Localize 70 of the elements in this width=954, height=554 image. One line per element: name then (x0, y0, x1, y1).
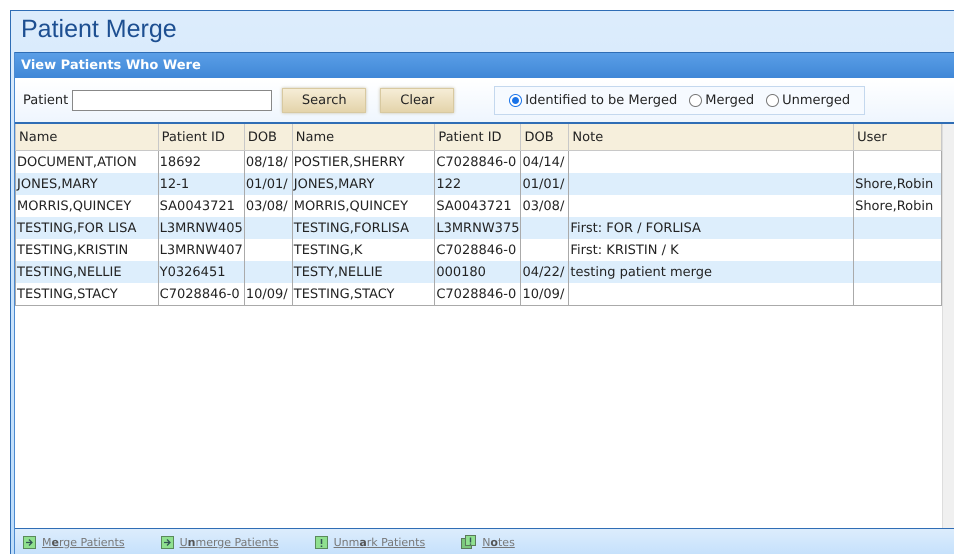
column-header[interactable]: User (854, 124, 942, 150)
table-cell: 000180 (436, 264, 486, 280)
radio-label[interactable]: Merged (705, 92, 754, 108)
action-link[interactable]: Unmerge Patients (160, 536, 279, 548)
scrollbar[interactable] (942, 124, 954, 528)
column-header[interactable]: Patient ID (158, 124, 244, 150)
table-cell: DOCUMENT,ATION (17, 154, 137, 170)
table-cell: 01/01/ (522, 176, 564, 192)
table-cell: TESTING,KRISTIN (17, 242, 128, 258)
table-cell: Y0326451 (160, 264, 226, 280)
radio-button[interactable] (509, 94, 522, 106)
column-header[interactable]: Name (292, 124, 435, 150)
table-cell: SA0043721 (436, 198, 512, 214)
table-cell: 01/01/ (246, 176, 288, 192)
table-cell: MORRIS,QUINCEY (294, 198, 408, 214)
table-cell: L3MRNW407 (160, 242, 243, 258)
table-cell: Shore,Robin (855, 198, 934, 214)
table-cell: JONES,MARY (294, 176, 374, 192)
table-cell: testing patient merge (570, 264, 712, 280)
table-cell: C7028846-0 (160, 286, 240, 302)
table-cell: 122 (436, 176, 462, 192)
table-cell: L3MRNW375 (436, 220, 520, 236)
table-cell: 12-1 (160, 176, 190, 192)
radio-button[interactable] (766, 94, 780, 106)
radio-button[interactable] (689, 94, 702, 106)
clear-button[interactable]: Clear (380, 88, 454, 112)
table-cell: First: FOR / FORLISA (570, 220, 701, 236)
radio-label[interactable]: Identified to be Merged (525, 92, 678, 108)
patient-label: Patient (23, 92, 68, 108)
table-cell: 10/09/ (522, 286, 564, 302)
table-cell: 03/08/ (522, 198, 564, 214)
table-cell: JONES,MARY (17, 176, 98, 192)
table-cell: 04/14/ (522, 154, 564, 170)
table-cell: 08/18/ (246, 154, 288, 170)
table-cell: TESTING,K (294, 242, 362, 258)
column-header[interactable]: Name (16, 124, 158, 150)
table-cell: TESTING,NELLIE (17, 264, 122, 280)
patient-field[interactable] (72, 90, 272, 110)
table-cell: POSTIER,SHERRY (294, 154, 405, 170)
action-link[interactable]: Merge Patients (23, 536, 125, 548)
table-cell: C7028846-0 (436, 154, 516, 170)
table-cell: First: KRISTIN / K (570, 242, 679, 258)
table-cell: 10/09/ (246, 286, 288, 302)
table-cell: TESTING,FOR LISA (17, 220, 136, 236)
window-title: Patient Merge (20, 14, 178, 45)
column-header[interactable]: DOB (244, 124, 292, 150)
radio-label[interactable]: Unmerged (782, 92, 850, 108)
table-cell: TESTING,STACY (17, 286, 118, 302)
section-header: View Patients Who Were (15, 52, 954, 78)
table-cell: TESTY,NELLIE (294, 264, 383, 280)
action-link[interactable]: Unmark Patients (314, 536, 426, 548)
table-cell: L3MRNW405 (160, 220, 243, 236)
column-header[interactable]: Patient ID (434, 124, 521, 150)
table-cell: C7028846-0 (436, 286, 516, 302)
table-cell: TESTING,FORLISA (294, 220, 410, 236)
table-cell: C7028846-0 (436, 242, 516, 258)
search-button[interactable]: Search (282, 88, 366, 112)
table-cell: MORRIS,QUINCEY (17, 198, 132, 214)
table-cell: 18692 (160, 154, 202, 170)
table-cell: Shore,Robin (855, 176, 934, 192)
table-cell: 04/22/ (522, 264, 564, 280)
column-header[interactable]: DOB (520, 124, 569, 150)
table-cell: TESTING,STACY (294, 286, 394, 302)
alert-icon (314, 536, 328, 548)
table-cell: 03/08/ (246, 198, 288, 214)
table-cell: SA0043721 (160, 198, 235, 214)
notes-icon (461, 535, 476, 549)
column-header[interactable]: Note (568, 124, 854, 150)
action-link[interactable]: Notes (461, 535, 515, 549)
arrow-icon (23, 536, 36, 548)
